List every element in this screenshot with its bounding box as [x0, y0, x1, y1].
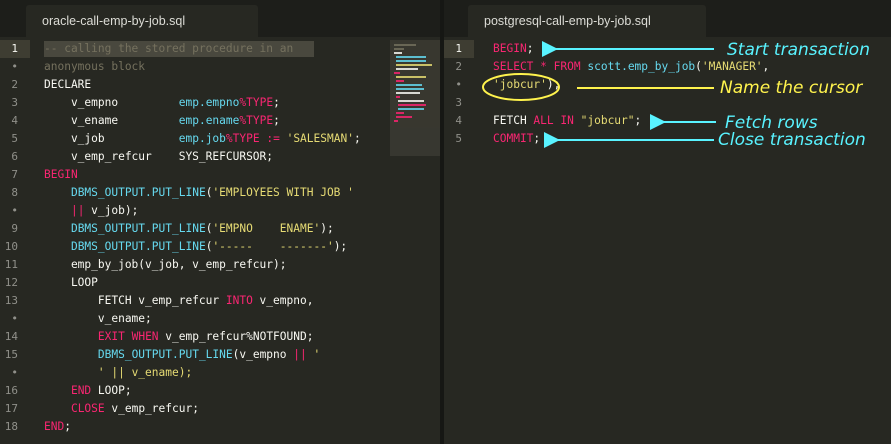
- code-line: DBMS_OUTPUT.PUT_LINE(v_empno || ': [97, 348, 321, 361]
- right-editor-pane: postgresql-call-emp-by-job.sql 1 2 • 3 4…: [444, 0, 891, 444]
- tab-oracle-file[interactable]: oracle-call-emp-by-job.sql: [26, 5, 258, 37]
- left-code-editor[interactable]: 1 • 2 3 4 5 6 7 8 • 9 10 11 12 13 • 14 1…: [0, 40, 440, 444]
- line-number: •: [11, 366, 18, 379]
- code-line: EXIT WHEN v_emp_refcur%NOTFOUND;: [97, 330, 314, 343]
- line-number: 13: [4, 294, 18, 307]
- code-line: FETCH v_emp_refcur INTO v_empno,: [44, 294, 314, 307]
- code-line: LOOP: [44, 276, 98, 289]
- right-tab-bar: postgresql-call-emp-by-job.sql: [444, 0, 891, 37]
- line-number: •: [455, 78, 462, 91]
- line-number: •: [11, 204, 18, 217]
- line-number: 3: [455, 96, 462, 109]
- line-number: 1: [11, 42, 18, 55]
- code-line: CLOSE v_emp_refcur;: [70, 402, 199, 415]
- line-number: 18: [4, 420, 18, 433]
- annotation-start-transaction: Start transaction: [727, 40, 870, 60]
- line-number: 3: [11, 96, 18, 109]
- code-line: DECLARE: [44, 78, 92, 91]
- line-number: 4: [11, 114, 18, 127]
- line-number: •: [11, 60, 18, 73]
- code-line: v_job emp.job%TYPE := 'SALESMAN';: [44, 132, 361, 145]
- line-number: 14: [4, 330, 18, 343]
- code-line: BEGIN: [44, 168, 78, 181]
- annotation-name-cursor: Name the cursor: [720, 78, 863, 98]
- code-line: COMMIT;: [493, 132, 541, 145]
- code-line-comment: anonymous block: [44, 60, 146, 73]
- line-number: •: [11, 312, 18, 325]
- code-line: ' || v_ename);: [97, 366, 193, 379]
- tab-postgresql-file[interactable]: postgresql-call-emp-by-job.sql: [468, 5, 706, 37]
- left-tab-bar: oracle-call-emp-by-job.sql: [0, 0, 440, 37]
- code-line: v_ename;: [44, 312, 152, 325]
- line-number: 9: [11, 222, 18, 235]
- code-line: FETCH ALL IN "jobcur";: [493, 114, 642, 127]
- code-line: 'jobcur');: [493, 78, 561, 91]
- minimap[interactable]: [390, 40, 440, 156]
- split-editor-window: oracle-call-emp-by-job.sql 1 • 2 3 4 5 6…: [0, 0, 891, 444]
- code-line: v_emp_refcur SYS_REFCURSOR;: [44, 150, 274, 163]
- code-line-comment: -- calling the stored procedure in an: [44, 42, 294, 55]
- line-number: 5: [455, 132, 462, 145]
- line-number: 15: [4, 348, 18, 361]
- line-number: 11: [4, 258, 18, 271]
- line-number: 16: [4, 384, 18, 397]
- code-line: v_empno emp.empno%TYPE;: [44, 96, 280, 109]
- code-line: END;: [44, 420, 71, 433]
- annotation-close-transaction: Close transaction: [718, 130, 866, 150]
- code-line: emp_by_job(v_job, v_emp_refcur);: [44, 258, 287, 271]
- right-code-editor[interactable]: 1 2 • 3 4 5 BEGIN; SELECT * FROM scott.e…: [444, 40, 891, 444]
- code-line: DBMS_OUTPUT.PUT_LINE('EMPLOYEES WITH JOB…: [70, 186, 354, 199]
- code-line: || v_job);: [70, 204, 139, 217]
- line-number: 5: [11, 132, 18, 145]
- line-number: 12: [4, 276, 18, 289]
- line-number: 7: [11, 168, 18, 181]
- code-line: END LOOP;: [70, 384, 132, 397]
- code-line: BEGIN;: [493, 42, 534, 55]
- line-number: 4: [455, 114, 462, 127]
- code-line: DBMS_OUTPUT.PUT_LINE('EMPNO ENAME');: [70, 222, 334, 235]
- left-editor-pane: oracle-call-emp-by-job.sql 1 • 2 3 4 5 6…: [0, 0, 440, 444]
- line-number: 17: [4, 402, 18, 415]
- line-number: 6: [11, 150, 18, 163]
- line-number: 2: [11, 78, 18, 91]
- code-line: v_ename emp.ename%TYPE;: [44, 114, 280, 127]
- line-number: 10: [4, 240, 18, 253]
- code-line: SELECT * FROM scott.emp_by_job('MANAGER'…: [493, 60, 770, 73]
- line-number: 2: [455, 60, 462, 73]
- line-number: 8: [11, 186, 18, 199]
- code-line: DBMS_OUTPUT.PUT_LINE('----- -------');: [70, 240, 348, 253]
- line-number: 1: [455, 42, 462, 55]
